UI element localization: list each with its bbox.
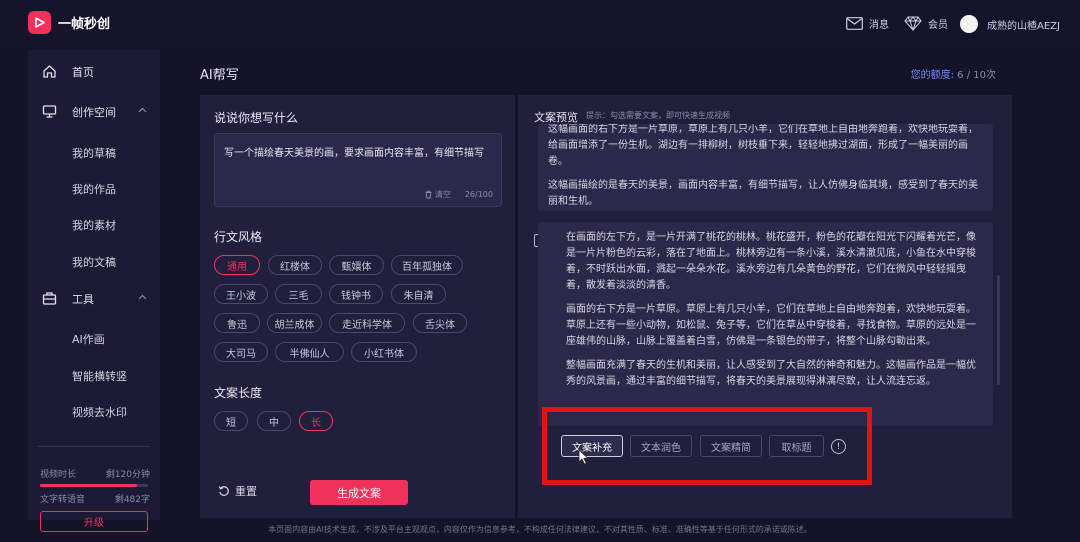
sidebar-item-drafts[interactable]: 我的草稿	[72, 145, 116, 161]
style-tag[interactable]: 王小波	[214, 284, 268, 304]
sidebar-item-remove-watermark[interactable]: 视频去水印	[72, 404, 127, 420]
prompt-text: 写一个描绘春天美景的画，要求画面内容丰富，有细节描写	[224, 148, 484, 159]
monitor-icon	[42, 105, 57, 118]
mail-icon	[846, 17, 863, 30]
title-button[interactable]: 取标题	[769, 435, 824, 457]
result-card-selected: 在画面的左下方，是一片开满了桃花的桃林。桃花盛开，粉色的花瓣在阳光下闪耀着光芒，…	[538, 222, 993, 426]
style-tag[interactable]: 百年孤独体	[391, 255, 463, 275]
sidebar-label-tools: 工具	[72, 293, 94, 306]
reset-button[interactable]: 重置	[218, 483, 257, 499]
result-paragraph: 这幅画描绘的是春天的美景，画面内容丰富，有细节描写，让人仿佛身临其境，感受到了春…	[548, 180, 978, 207]
sidebar-item-scripts[interactable]: 我的文稿	[72, 254, 116, 270]
style-section-title: 行文风格	[214, 230, 263, 244]
video-quota-fill	[40, 484, 138, 487]
condense-button[interactable]: 文案精简	[700, 435, 762, 457]
sidebar: 首页 创作空间 我的草稿 我的作品 我的素材 我的文稿 工具 AI作画 智能横转…	[28, 50, 160, 532]
toolbox-icon	[42, 292, 57, 305]
app-logo[interactable]: 一帧秒创	[28, 11, 110, 34]
preview-scrollbar[interactable]	[997, 275, 1000, 385]
info-icon[interactable]: !	[831, 439, 846, 454]
length-medium[interactable]: 中	[257, 411, 291, 431]
style-tag[interactable]: 舌尖体	[413, 313, 467, 333]
text-quota-label: 文字转语音	[40, 495, 86, 505]
style-tag[interactable]: 小红书体	[351, 342, 417, 362]
chevron-up-icon	[138, 107, 147, 113]
result-card: 这幅画面的右下方是一片草原，草原上有几只小羊，它们在草地上自由地奔跑着，欢快地玩…	[538, 124, 993, 211]
sidebar-item-home[interactable]: 首页	[28, 54, 160, 90]
prompt-section-title: 说说你想写什么	[214, 111, 299, 125]
sidebar-item-create-space[interactable]: 创作空间	[28, 94, 160, 130]
video-quota-bar	[40, 484, 148, 487]
app-name: 一帧秒创	[58, 17, 111, 32]
length-long[interactable]: 长	[299, 411, 333, 431]
style-tag[interactable]: 钱钟书	[329, 284, 383, 304]
disclaimer: 本页面内容由AI技术生成，不涉及平台主观观点，内容仅作为信息参考，不构成任何法律…	[268, 525, 812, 534]
video-quota-value: 剩120分钟	[105, 470, 150, 480]
trash-icon	[425, 190, 432, 199]
supplement-button[interactable]: 文案补充	[561, 435, 623, 457]
preview-panel: 文案预览 提示：勾选需要文案，即可快速生成视频 这幅画面的右下方是一片草原，草原…	[518, 95, 1012, 518]
avatar	[960, 15, 978, 33]
member-button[interactable]: 会员	[904, 16, 948, 31]
result-paragraph: 这幅画面的右下方是一片草原，草原上有几只小羊，它们在草地上自由地奔跑着，欢快地玩…	[548, 124, 978, 167]
diamond-icon	[904, 16, 922, 31]
style-tag[interactable]: 三毛	[275, 284, 322, 304]
style-tag[interactable]: 朱自清	[391, 284, 446, 304]
style-tag[interactable]: 半佛仙人	[275, 342, 344, 362]
reset-label: 重置	[235, 485, 257, 498]
input-panel: 说说你想写什么 写一个描绘春天美景的画，要求画面内容丰富，有细节描写 清空 26…	[200, 95, 515, 518]
page-title: AI帮写	[200, 68, 239, 83]
sidebar-item-materials[interactable]: 我的素材	[72, 217, 116, 233]
style-tag[interactable]: 走近科学体	[329, 313, 405, 333]
clear-button[interactable]: 清空	[424, 189, 451, 200]
sidebar-label-create-space: 创作空间	[72, 106, 116, 119]
style-tag[interactable]: 甄嬛体	[329, 255, 384, 275]
user-menu[interactable]: 成熟的山楂AEZJ	[960, 15, 1060, 33]
char-counter: 26/100	[464, 190, 493, 199]
result-paragraph: 画面的右下方是一片草原。草原上有几只小羊，它们在草地上自由地奔跑着，欢快地玩耍着…	[566, 304, 976, 347]
usage-balance: 您的额度: 6 / 10次	[911, 66, 996, 81]
messages-label: 消息	[869, 20, 889, 31]
username: 成熟的山楂AEZJ	[987, 20, 1060, 32]
style-tag[interactable]: 红楼体	[268, 255, 322, 275]
top-bar: 一帧秒创 消息 会员 成熟的山楂AEZJ	[0, 0, 1080, 50]
messages-button[interactable]: 消息	[846, 16, 889, 31]
style-tag-general[interactable]: 通用	[214, 255, 260, 275]
length-section-title: 文案长度	[214, 386, 263, 400]
reset-icon	[218, 486, 229, 496]
preview-hint: 提示：勾选需要文案，即可快速生成视频	[586, 111, 730, 120]
sidebar-divider	[38, 446, 150, 447]
result-paragraph: 整幅画面充满了春天的生机和美丽，让人感受到了大自然的神奇和魅力。这幅画作品是一幅…	[566, 360, 976, 387]
sidebar-item-works[interactable]: 我的作品	[72, 181, 116, 197]
generate-button[interactable]: 生成文案	[310, 480, 408, 505]
sidebar-label-home: 首页	[72, 66, 94, 79]
video-quota: 视频时长 剩120分钟	[40, 467, 150, 480]
prompt-footer: 清空 26/100	[424, 189, 493, 200]
text-quota: 文字转语音 剩482字	[40, 492, 150, 505]
sidebar-item-ai-painting[interactable]: AI作画	[72, 331, 105, 347]
length-short[interactable]: 短	[214, 411, 248, 431]
sidebar-item-tools[interactable]: 工具	[28, 281, 160, 317]
sidebar-item-landscape-to-portrait[interactable]: 智能横转竖	[72, 368, 127, 384]
polish-button[interactable]: 文本润色	[630, 435, 692, 457]
clear-label: 清空	[434, 190, 451, 199]
balance-value: 6 / 10次	[957, 70, 996, 81]
balance-label: 您的额度:	[910, 70, 954, 81]
style-tag[interactable]: 鲁迅	[214, 313, 260, 333]
preview-title: 文案预览	[534, 111, 578, 124]
chevron-up-icon	[138, 294, 147, 300]
home-icon	[43, 65, 56, 78]
logo-play-icon	[28, 11, 51, 34]
result-paragraph: 在画面的左下方，是一片开满了桃花的桃林。桃花盛开，粉色的花瓣在阳光下闪耀着光芒，…	[566, 232, 976, 291]
member-label: 会员	[928, 20, 948, 31]
mouse-cursor-icon	[578, 449, 589, 465]
style-tag[interactable]: 胡兰成体	[267, 313, 322, 333]
text-quota-value: 剩482字	[114, 495, 150, 505]
video-quota-label: 视频时长	[40, 470, 77, 480]
prompt-input[interactable]: 写一个描绘春天美景的画，要求画面内容丰富，有细节描写 清空 26/100	[214, 133, 502, 207]
style-tag[interactable]: 大司马	[214, 342, 268, 362]
